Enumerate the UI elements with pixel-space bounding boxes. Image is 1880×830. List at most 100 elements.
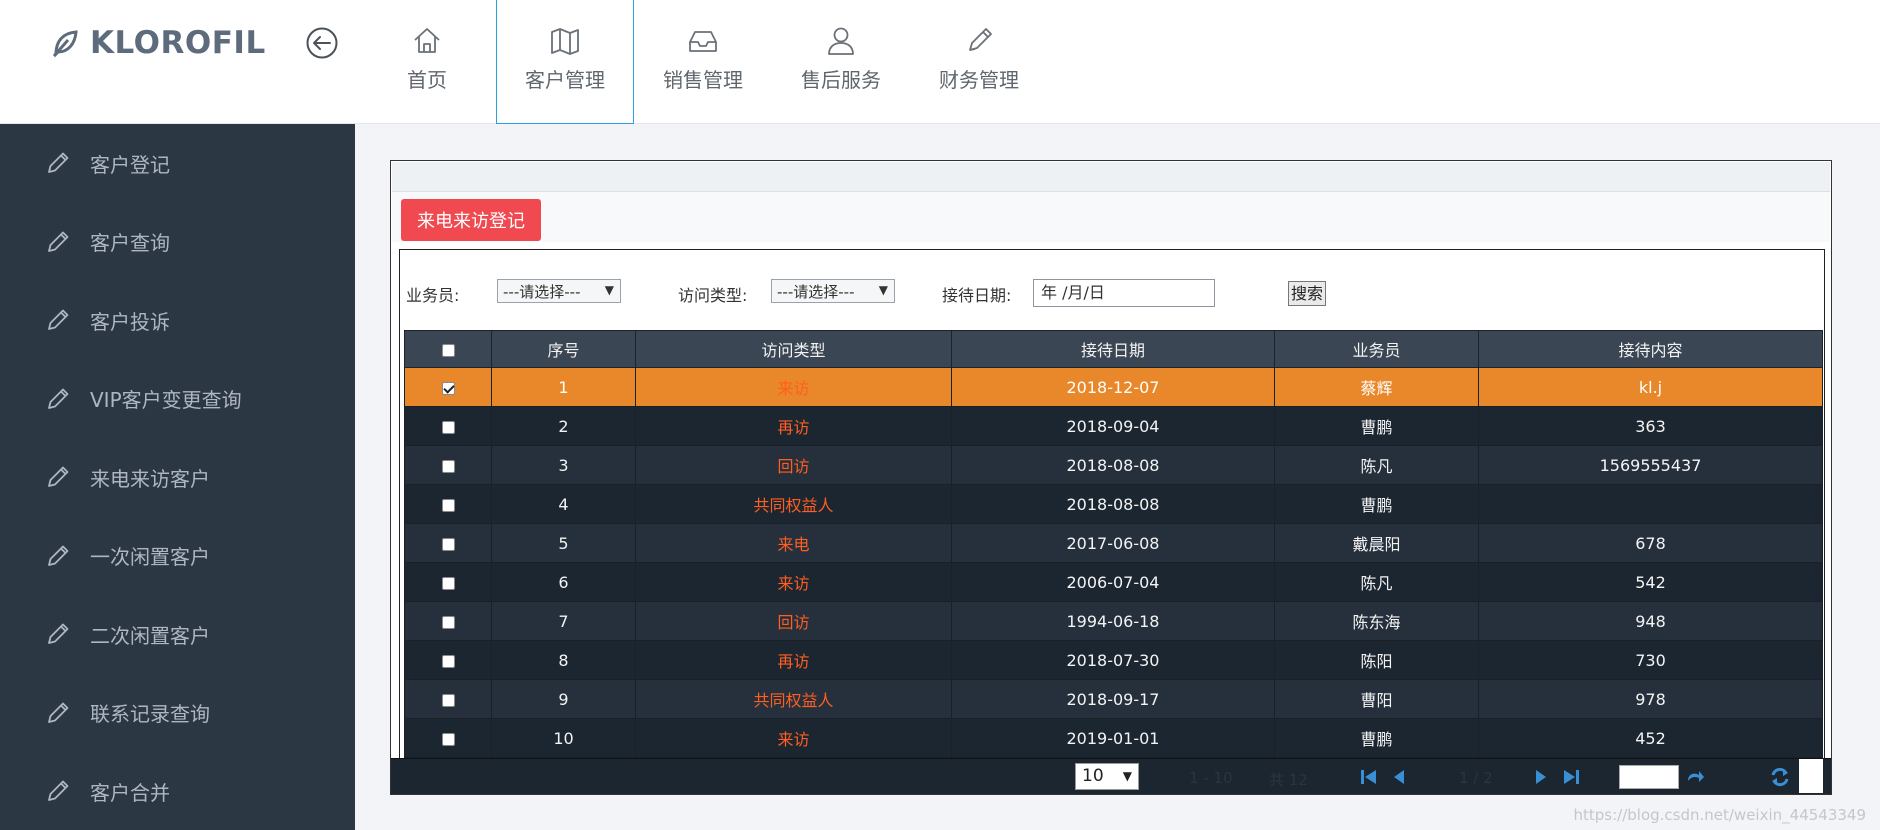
cell-salesman: 戴晨阳	[1274, 523, 1479, 563]
cell-visit-type: 共同权益人	[635, 679, 952, 719]
nav-label: 首页	[407, 68, 447, 92]
table-row[interactable]: 4 共同权益人 2018-08-08 曹鹏	[404, 484, 1823, 524]
cell-salesman: 陈凡	[1274, 445, 1479, 485]
sidebar-item[interactable]: 客户登记	[0, 124, 355, 203]
record-range-text: 1 - 10	[1189, 769, 1233, 787]
row-select-cell	[404, 367, 492, 407]
visit-register-button[interactable]: 来电来访登记	[401, 199, 541, 241]
pencil-icon	[48, 466, 69, 488]
reception-date-input[interactable]: 年 /月/日	[1033, 279, 1215, 307]
panel-header-strip	[392, 162, 1830, 192]
watermark-text: https://blog.csdn.net/weixin_44543349	[1573, 806, 1866, 824]
page-indicator-text: 1 / 2	[1459, 769, 1493, 787]
sidebar-item-label: 客户查询	[90, 231, 170, 256]
sidebar-item-label: 客户合并	[90, 780, 170, 805]
pencil-icon	[48, 780, 69, 802]
table-row[interactable]: 1 来访 2018-12-07 蔡辉 kl.j	[404, 367, 1823, 407]
brand-logo[interactable]: KLOROFIL	[50, 25, 266, 61]
column-header[interactable]: 访问类型	[635, 330, 952, 368]
row-checkbox[interactable]	[441, 459, 455, 473]
column-header[interactable]: 业务员	[1274, 330, 1479, 368]
row-checkbox[interactable]	[441, 732, 455, 746]
top-header: KLOROFIL 首页 客户管理 销售管理 售后服务 财务管理	[0, 0, 1880, 124]
content-panel: 来电来访登记 业务员: ---请选择--- ▼ 访问类型: ---请选择--- …	[390, 160, 1832, 795]
datagrid-container: 业务员: ---请选择--- ▼ 访问类型: ---请选择--- ▼ 接待日期:…	[399, 249, 1825, 793]
row-checkbox[interactable]	[441, 654, 455, 668]
collapse-sidebar-button[interactable]	[305, 26, 339, 60]
first-page-icon	[1361, 770, 1376, 784]
table-row[interactable]: 9 共同权益人 2018-09-17 曹阳 978	[404, 679, 1823, 719]
dropdown-arrow-icon: ▼	[878, 283, 888, 297]
row-select-cell	[404, 484, 492, 524]
table-row[interactable]: 10 来访 2019-01-01 曹鹏 452	[404, 718, 1823, 758]
table-row[interactable]: 5 来电 2017-06-08 戴晨阳 678	[404, 523, 1823, 563]
table-row[interactable]: 8 再访 2018-07-30 陈阳 730	[404, 640, 1823, 680]
cell-date: 1994-06-18	[951, 601, 1275, 641]
home-icon	[414, 28, 440, 53]
table-row[interactable]: 6 来访 2006-07-04 陈凡 542	[404, 562, 1823, 602]
cell-salesman: 陈阳	[1274, 640, 1479, 680]
pagination-bar: 10 ▼ 1 - 10 共 12 1 / 2	[391, 758, 1831, 794]
column-header[interactable]: 接待内容	[1478, 330, 1823, 368]
table-row[interactable]: 3 回访 2018-08-08 陈凡 1569555437	[404, 445, 1823, 485]
page-size-value: 10	[1082, 766, 1104, 786]
row-select-cell	[404, 640, 492, 680]
cell-date: 2018-09-17	[951, 679, 1275, 719]
last-page-button[interactable]	[1561, 768, 1581, 790]
page-size-select[interactable]: 10 ▼	[1075, 763, 1139, 790]
salesman-select[interactable]: ---请选择--- ▼	[497, 279, 621, 303]
visit-type-select[interactable]: ---请选择--- ▼	[771, 279, 895, 303]
table-row[interactable]: 2 再访 2018-09-04 曹鹏 363	[404, 406, 1823, 446]
sidebar-item[interactable]: 客户合并	[0, 752, 355, 830]
cell-visit-type: 回访	[635, 445, 952, 485]
nav-label: 客户管理	[525, 68, 605, 92]
brand-name: KLOROFIL	[90, 25, 266, 61]
pencil-icon	[48, 623, 69, 645]
sidebar-item[interactable]: 一次闲置客户	[0, 517, 355, 596]
nav-item-customer-management[interactable]: 客户管理	[496, 0, 634, 124]
sidebar-item[interactable]: 客户投诉	[0, 281, 355, 360]
row-checkbox[interactable]	[441, 537, 455, 551]
column-header[interactable]: 接待日期	[951, 330, 1275, 368]
row-checkbox[interactable]	[441, 420, 455, 434]
cell-salesman: 曹鹏	[1274, 406, 1479, 446]
sidebar-item[interactable]: VIP客户变更查询	[0, 360, 355, 439]
previous-page-button[interactable]	[1391, 768, 1407, 790]
search-filter-bar: 业务员: ---请选择--- ▼ 访问类型: ---请选择--- ▼ 接待日期:…	[400, 250, 1824, 330]
sidebar-item[interactable]: 二次闲置客户	[0, 595, 355, 674]
column-header[interactable]: 序号	[491, 330, 636, 368]
search-button[interactable]: 搜索	[1288, 281, 1327, 306]
select-all-checkbox[interactable]	[441, 343, 455, 357]
next-page-button[interactable]	[1533, 768, 1549, 790]
nav-item-after-sales[interactable]: 售后服务	[772, 0, 910, 124]
sidebar-item[interactable]: 来电来访客户	[0, 438, 355, 517]
row-checkbox[interactable]	[441, 381, 455, 395]
dropdown-arrow-icon: ▼	[604, 283, 614, 297]
nav-item-sales-management[interactable]: 销售管理	[634, 0, 772, 124]
goto-page-input[interactable]	[1619, 765, 1679, 789]
cell-content: 730	[1478, 640, 1823, 680]
sidebar-item[interactable]: 客户查询	[0, 203, 355, 282]
cell-visit-type: 再访	[635, 640, 952, 680]
cell-no: 4	[491, 484, 636, 524]
cell-visit-type: 再访	[635, 406, 952, 446]
row-checkbox[interactable]	[441, 693, 455, 707]
visit-type-label: 访问类型:	[678, 286, 748, 305]
row-checkbox[interactable]	[441, 615, 455, 629]
cell-no: 3	[491, 445, 636, 485]
cell-date: 2018-07-30	[951, 640, 1275, 680]
sidebar-item[interactable]: 联系记录查询	[0, 674, 355, 753]
nav-item-finance-management[interactable]: 财务管理	[910, 0, 1048, 124]
nav-label: 销售管理	[663, 68, 743, 92]
row-checkbox[interactable]	[441, 498, 455, 512]
cell-no: 6	[491, 562, 636, 602]
cell-salesman: 曹阳	[1274, 679, 1479, 719]
nav-item-home[interactable]: 首页	[358, 0, 496, 124]
row-checkbox[interactable]	[441, 576, 455, 590]
goto-page-button[interactable]	[1685, 767, 1705, 791]
first-page-button[interactable]	[1359, 768, 1379, 790]
table-row[interactable]: 7 回访 1994-06-18 陈东海 948	[404, 601, 1823, 641]
cell-no: 8	[491, 640, 636, 680]
refresh-button[interactable]	[1769, 766, 1791, 792]
cell-salesman: 曹鹏	[1274, 718, 1479, 758]
